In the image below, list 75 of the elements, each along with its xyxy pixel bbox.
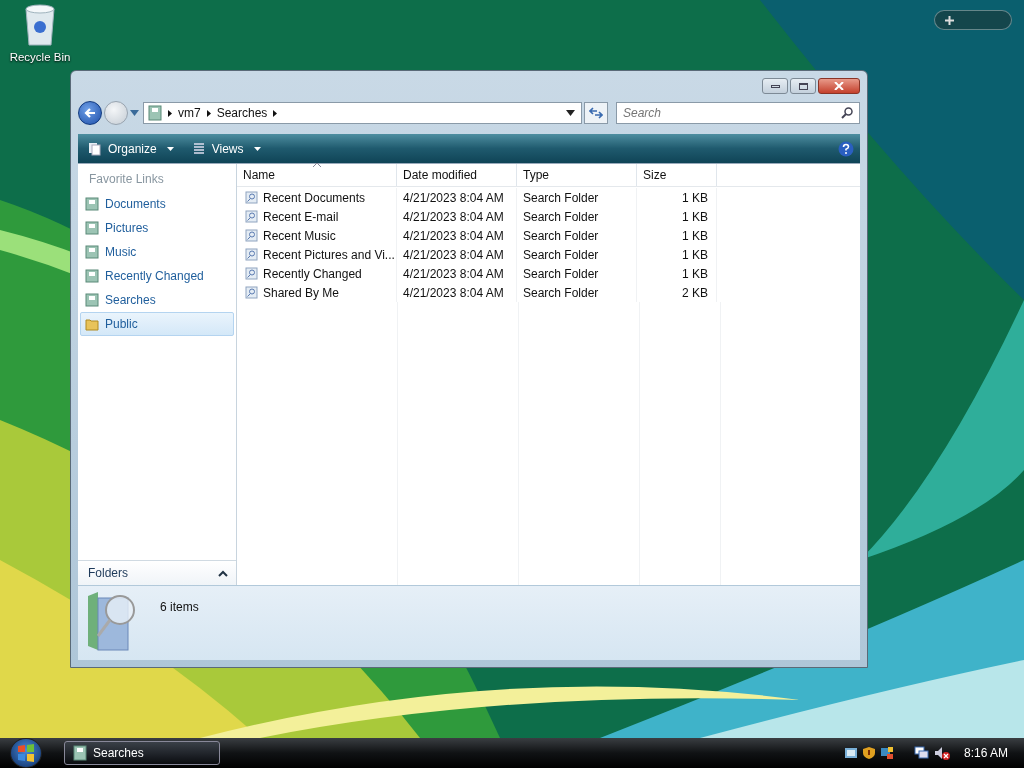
list-icon[interactable] (191, 141, 206, 156)
refresh-button[interactable] (584, 102, 608, 124)
table-cell: 4/21/2023 8:04 AM (397, 226, 517, 245)
table-cell: 2 KB (637, 283, 717, 302)
table-cell: 4/21/2023 8:04 AM (397, 188, 517, 207)
muted-speaker-icon[interactable] (933, 746, 950, 760)
dropdown-arrow-icon[interactable] (566, 110, 575, 116)
favorite-link[interactable]: Music (80, 240, 234, 264)
pane-heading: Favorite Links (88, 172, 165, 188)
sidebar-gadget-controls[interactable] (934, 10, 1012, 30)
table-cell: 1 KB (637, 264, 717, 283)
back-button[interactable] (78, 101, 102, 125)
file-name[interactable]: Shared By Me (237, 283, 397, 302)
table-cell: Search Folder (517, 226, 637, 245)
refresh-icon[interactable] (589, 107, 603, 119)
file-name[interactable]: Recent Pictures and Vi... (237, 245, 397, 264)
table-cell: 4/21/2023 8:04 AM (397, 264, 517, 283)
table-cell: Search Folder (517, 264, 637, 283)
address-bar[interactable]: vm7 Searches (143, 102, 582, 124)
caret-icon[interactable] (130, 110, 139, 116)
search-input[interactable]: Search (621, 105, 841, 121)
network-icon[interactable] (843, 746, 858, 760)
favorite-link[interactable]: Recently Changed (80, 264, 234, 288)
icon-label[interactable]: Recycle Bin (9, 51, 71, 63)
table-cell: Search Folder (517, 188, 637, 207)
file-name[interactable]: Recent E-mail (237, 207, 397, 226)
table-cell: 4/21/2023 8:04 AM (397, 283, 517, 302)
recycle-bin-icon[interactable] (22, 3, 58, 47)
item-count: 6 items (160, 600, 199, 614)
pages-icon[interactable] (88, 141, 102, 156)
breadcrumb-item[interactable]: Searches (216, 106, 268, 120)
network-status-icon[interactable] (913, 746, 930, 760)
chevron-icon[interactable] (206, 109, 211, 117)
table-cell: 1 KB (637, 226, 717, 245)
minimize-button[interactable] (762, 78, 788, 94)
column-header[interactable]: Name (237, 164, 397, 186)
monitor-icon[interactable] (879, 746, 894, 760)
chevron-up-icon[interactable] (218, 569, 228, 577)
clock[interactable]: 8:16 AM (963, 746, 1008, 760)
caret-icon[interactable] (166, 146, 174, 151)
table-cell: 4/21/2023 8:04 AM (397, 245, 517, 264)
close-icon[interactable] (834, 82, 844, 90)
table-cell: 1 KB (637, 245, 717, 264)
table-cell: 4/21/2023 8:04 AM (397, 207, 517, 226)
folders-bar[interactable]: Folders (78, 560, 236, 585)
column-header[interactable]: Date modified (397, 164, 517, 186)
column-header[interactable]: Size (637, 164, 717, 186)
toolbar-button[interactable]: Organize (84, 139, 178, 158)
caret-icon[interactable] (253, 146, 261, 151)
taskbar-button[interactable]: Searches (64, 741, 220, 765)
chevron-icon[interactable] (273, 109, 278, 117)
file-name[interactable]: Recently Changed (237, 264, 397, 283)
favorite-link[interactable]: Pictures (80, 216, 234, 240)
table-cell: Search Folder (517, 207, 637, 226)
breadcrumb-item[interactable]: vm7 (178, 106, 201, 120)
toolbar-button[interactable]: Views (187, 139, 265, 158)
table-cell: Search Folder (517, 283, 637, 302)
close-button[interactable] (818, 78, 860, 94)
file-name[interactable]: Recent Music (237, 226, 397, 245)
maximize-button[interactable] (790, 78, 816, 94)
favorite-link[interactable]: Documents (80, 192, 234, 216)
table-cell: 1 KB (637, 188, 717, 207)
table-cell: Search Folder (517, 245, 637, 264)
favorite-link[interactable]: Searches (80, 288, 234, 312)
favorite-link[interactable]: Public (80, 312, 234, 336)
search-icon[interactable] (841, 107, 853, 119)
security-shield-icon[interactable] (861, 746, 876, 760)
chevron-icon[interactable] (168, 109, 172, 117)
help-button[interactable] (838, 140, 854, 157)
back-arrow-icon[interactable] (84, 107, 96, 119)
column-header[interactable]: Type (517, 164, 637, 186)
search-field[interactable]: Search (616, 102, 860, 124)
file-name[interactable]: Recent Documents (237, 188, 397, 207)
add-gadget-icon[interactable] (945, 15, 954, 25)
table-cell: 1 KB (637, 207, 717, 226)
